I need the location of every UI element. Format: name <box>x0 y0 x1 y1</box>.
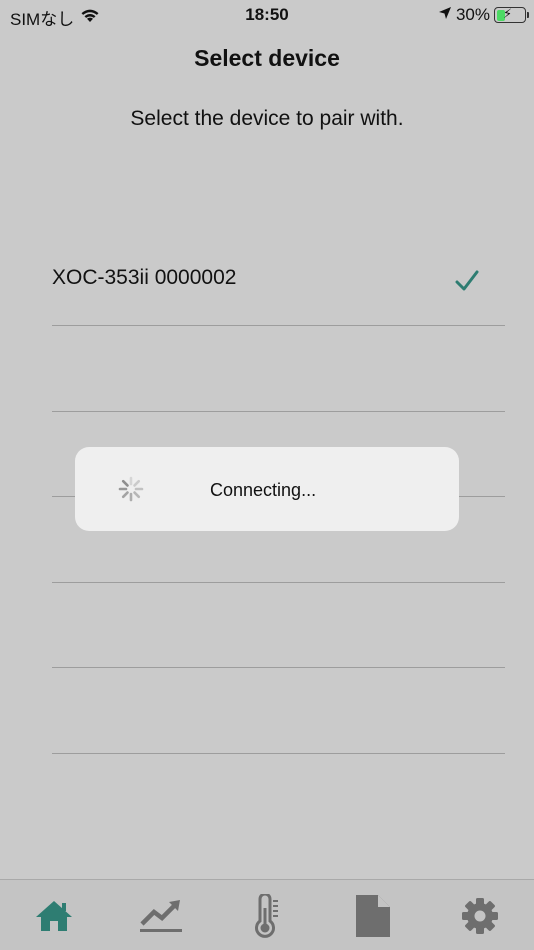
tab-temperature[interactable] <box>242 892 290 943</box>
tab-trend[interactable] <box>137 896 185 940</box>
home-icon <box>34 899 74 938</box>
device-row[interactable] <box>52 583 505 668</box>
checkmark-icon <box>455 270 479 297</box>
tab-document[interactable] <box>349 894 397 943</box>
tab-settings[interactable] <box>456 896 504 940</box>
status-right: 30% ⚡ <box>438 5 529 25</box>
device-row[interactable] <box>52 668 505 754</box>
battery-icon: ⚡ <box>494 6 529 23</box>
battery-percent: 30% <box>455 5 490 24</box>
location-arrow-icon <box>438 5 452 25</box>
thermometer-icon <box>251 892 281 943</box>
device-row-selected[interactable]: XOC-353ii 0000002 <box>52 240 505 326</box>
charging-bolt-icon: ⚡ <box>503 6 513 21</box>
spinner-icon <box>117 475 145 503</box>
dialog-message: Connecting... <box>210 480 317 500</box>
device-name: XOC-353ii 0000002 <box>52 266 237 289</box>
gear-icon <box>460 896 500 941</box>
page-title: Select device <box>194 45 340 71</box>
page-subtitle: Select the device to pair with. <box>130 107 404 130</box>
tab-bar <box>0 879 534 950</box>
device-row[interactable] <box>52 326 505 412</box>
connecting-dialog: Connecting... <box>75 447 459 531</box>
tab-home[interactable] <box>30 896 78 940</box>
trend-chart-icon <box>138 898 184 939</box>
document-icon <box>353 894 393 943</box>
status-bar: SIMなし 18:50 30% ⚡ <box>0 0 534 30</box>
